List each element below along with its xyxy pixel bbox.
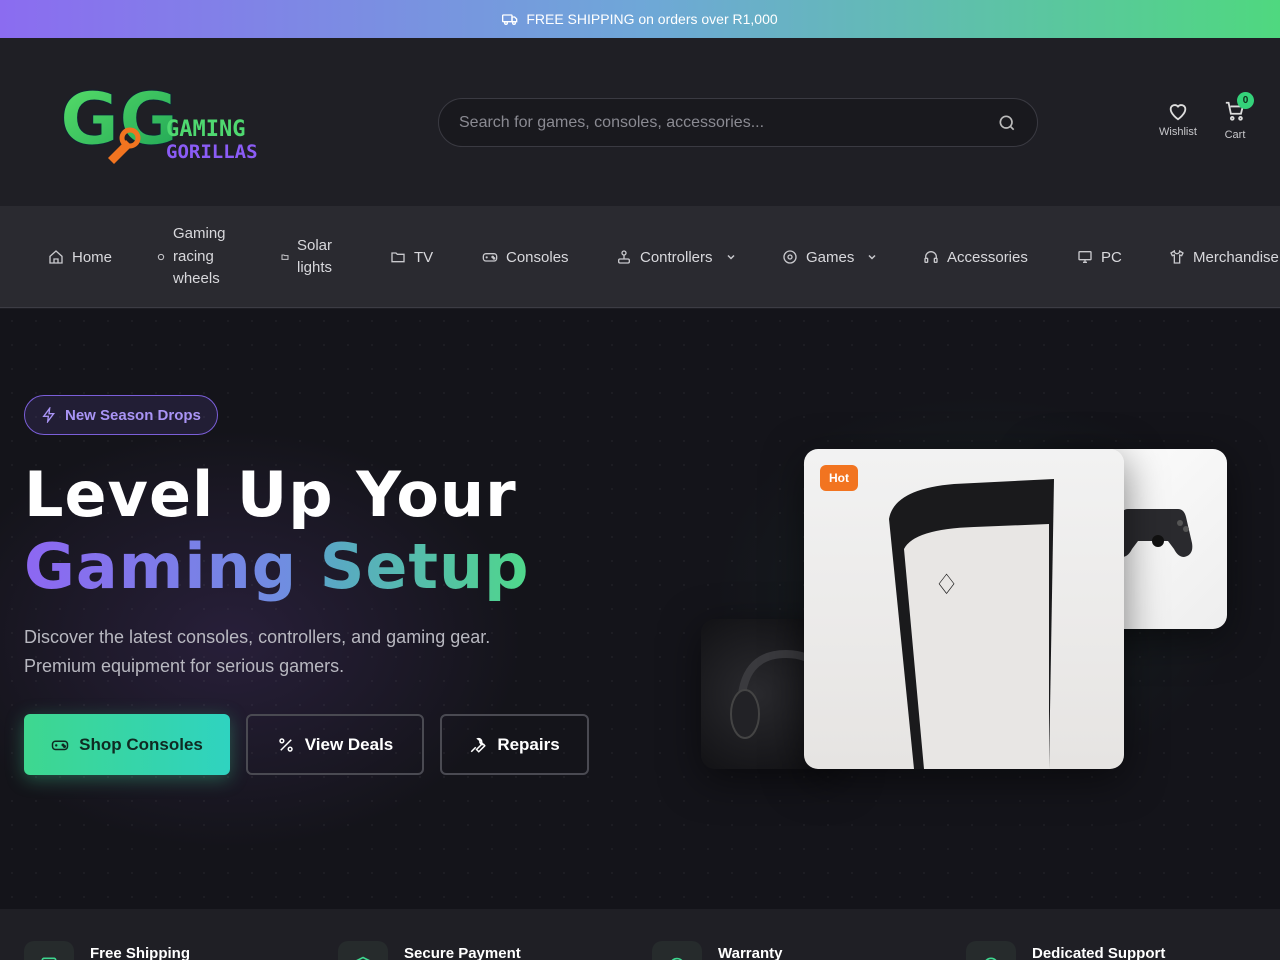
hero-title-word-setup: Setup xyxy=(319,530,530,603)
feature-free-shipping: Free Shipping xyxy=(24,941,190,960)
hero-title-word-gaming: Gaming xyxy=(24,530,298,603)
wrench-icon xyxy=(471,737,487,753)
product-card-ps5[interactable]: ♢ Hot xyxy=(804,449,1124,769)
feature-title: Dedicated Support xyxy=(1032,945,1166,960)
feature-title: Warranty xyxy=(718,945,783,960)
nav-label: Solar lights xyxy=(297,236,333,277)
feature-title: Free Shipping xyxy=(90,945,191,960)
nav-item-consoles[interactable]: Consoles xyxy=(482,206,569,308)
nav-item-racing-wheels[interactable]: Gaming racing wheels xyxy=(157,206,227,308)
nav-label: Games xyxy=(806,248,855,266)
nav-item-tv[interactable]: TV xyxy=(390,206,433,308)
monitor-icon xyxy=(1078,251,1092,263)
logo-line2: GORILLAS xyxy=(166,141,258,163)
hero-section: New Season Drops Level Up Your Gaming Se… xyxy=(0,309,1280,909)
search-bar xyxy=(438,98,1038,147)
cart-button[interactable]: 0 Cart xyxy=(1224,92,1254,141)
site-logo[interactable]: GG GAMING GORILLAS xyxy=(60,72,290,176)
percent-icon xyxy=(278,737,293,752)
package-icon xyxy=(41,957,57,960)
repairs-button[interactable]: Repairs xyxy=(440,714,589,775)
search-input[interactable] xyxy=(459,113,997,132)
feature-title: Secure Payment xyxy=(404,945,521,960)
nav-label: TV xyxy=(414,248,434,266)
announcement-bar: FREE SHIPPING on orders over R1,000 xyxy=(0,0,1280,38)
heart-icon xyxy=(1169,104,1187,121)
main-nav: Home Gaming racing wheels Solar lights T… xyxy=(0,206,1280,308)
refresh-icon xyxy=(671,957,683,960)
nav-label: Consoles xyxy=(506,248,569,266)
cart-count-badge: 0 xyxy=(1237,92,1254,109)
shirt-icon xyxy=(1170,249,1184,264)
folder-icon xyxy=(281,254,289,260)
nav-item-accessories[interactable]: Accessories xyxy=(923,206,1028,308)
feature-warranty: Warranty xyxy=(652,941,782,960)
playstation-logo-icon: ♢ xyxy=(934,568,959,601)
button-label: View Deals xyxy=(304,734,394,754)
nav-label: Accessories xyxy=(947,248,1028,266)
button-label: Repairs xyxy=(497,734,560,754)
folder-icon xyxy=(391,252,405,263)
disc-icon xyxy=(783,250,797,264)
wishlist-label: Wishlist xyxy=(1159,126,1197,138)
headphones-icon xyxy=(924,251,938,263)
site-header: GG GAMING GORILLAS Wishlist 0 Cart xyxy=(0,38,1280,206)
search-icon[interactable] xyxy=(997,113,1017,133)
announcement-text: FREE SHIPPING on orders over R1,000 xyxy=(526,11,778,27)
badge-label: New Season Drops xyxy=(65,406,201,424)
hot-badge: Hot xyxy=(820,465,858,491)
nav-item-games[interactable]: Games xyxy=(782,206,878,308)
chevron-down-icon xyxy=(727,254,735,260)
logo-line1: GAMING xyxy=(166,117,245,142)
features-bar: Free Shipping Secure Payment Warranty De… xyxy=(0,909,1280,960)
nav-item-pc[interactable]: PC xyxy=(1077,206,1122,308)
ps5-console-image: ♢ xyxy=(889,479,1054,769)
truck-icon xyxy=(502,14,518,25)
gamepad-icon xyxy=(51,740,69,750)
headset-icon xyxy=(985,957,997,960)
hero-title-line1: Level Up Your xyxy=(24,458,517,531)
nav-label: Home xyxy=(72,248,113,266)
lightning-icon xyxy=(42,407,55,423)
shield-icon xyxy=(356,956,370,960)
cart-label: Cart xyxy=(1224,129,1246,141)
nav-item-home[interactable]: Home xyxy=(48,206,112,308)
button-label: Shop Consoles xyxy=(79,734,203,754)
nav-item-controllers[interactable]: Controllers xyxy=(616,206,737,308)
wishlist-button[interactable]: Wishlist xyxy=(1159,100,1197,138)
nav-label: Merchandise xyxy=(1193,248,1279,266)
new-season-badge: New Season Drops xyxy=(24,395,218,435)
nav-item-merchandise[interactable]: Merchandise xyxy=(1169,206,1279,308)
home-icon xyxy=(49,250,63,264)
nav-item-solar-lights[interactable]: Solar lights xyxy=(281,206,341,308)
hero-title: Level Up Your Gaming Setup xyxy=(24,459,530,603)
joystick-icon xyxy=(618,250,630,264)
nav-label: Controllers xyxy=(640,248,713,266)
nav-label: PC xyxy=(1101,248,1122,266)
view-deals-button[interactable]: View Deals xyxy=(246,714,424,775)
gamepad-icon xyxy=(482,252,498,262)
feature-dedicated-support: Dedicated Support xyxy=(966,941,1165,960)
hero-description: Discover the latest consoles, controller… xyxy=(24,627,491,676)
chevron-down-icon xyxy=(868,254,876,260)
shop-consoles-button[interactable]: Shop Consoles xyxy=(24,714,230,775)
circle-icon xyxy=(157,253,165,261)
feature-secure-payment: Secure Payment xyxy=(338,941,521,960)
nav-label: Gaming racing wheels xyxy=(173,225,226,288)
